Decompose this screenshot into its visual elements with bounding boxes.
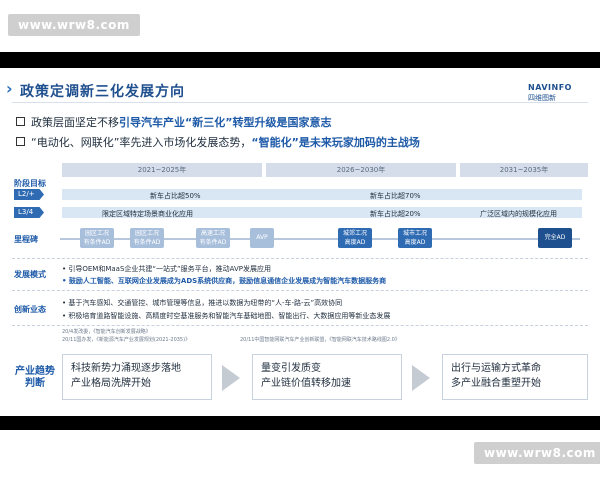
title-bar: › 政策定调新三化发展方向 NAVINFO 四维图新: [0, 76, 600, 103]
watermark-bottom: www.wrw8.com: [474, 442, 600, 464]
stage-label: 阶段目标: [14, 179, 46, 188]
trend-arrow-2: [412, 365, 430, 391]
title-divider: [12, 102, 588, 103]
policy-bullet-2: “电动化、网联化”率先进入市场化发展态势，“智能化”是未来玩家加码的主战场: [16, 134, 420, 150]
watermark-top: www.wrw8.com: [8, 14, 140, 36]
l2-bar: [62, 189, 582, 200]
milestone-6: 城市工况 高度AD: [398, 228, 432, 248]
milestone-7: 完全AD: [538, 228, 572, 248]
divider-3: [12, 325, 588, 326]
square-bullet-icon: [16, 117, 25, 126]
trend-box-1: 科技新势力涌现逐步落地 产业格局洗牌开始: [62, 354, 212, 400]
l2-seg-1: 新车占比超50%: [150, 192, 201, 200]
period-1: 2021~2025年: [62, 163, 262, 177]
milestone-5: 城郊工况 高度AD: [338, 228, 372, 248]
chevron-right-icon: ›: [6, 79, 13, 98]
policy-bullet-1: 政策层面坚定不移引导汽车产业“新三化”转型升级是国家意志: [16, 114, 331, 130]
milestone-3: 高速工况 有条件AD: [196, 228, 230, 248]
level-tag-l3: L3/4: [14, 207, 44, 218]
l3-seg-1: 限定区域特定场景商业化应用: [102, 210, 193, 218]
l3-seg-2: 新车占比超20%: [370, 210, 421, 218]
trend-arrow-1: [222, 365, 240, 391]
source-note-1: 20/4发改委，《智能汽车创新发展战略》: [62, 329, 151, 335]
top-letterbox: [0, 52, 600, 68]
source-note-2: 20/11国办发，《新能源汽车产业发展规划(2021-2035)》: [62, 337, 191, 343]
logo-en: NAVINFO: [528, 83, 572, 92]
divider-2: [12, 290, 588, 291]
period-2: 2026~2030年: [266, 163, 456, 177]
milestone-1: 园区工况 有条件AD: [80, 228, 114, 248]
period-3: 2031~2035年: [460, 163, 588, 177]
trend-label: 产业趋势判断: [15, 366, 55, 389]
dev-mode-label: 发展模式: [14, 270, 46, 279]
dev-mode-line-2: • 鼓励人工智能、互联网企业发展成为ADS系统供应商，鼓励信息通信企业发展成为智…: [62, 277, 387, 285]
l3-seg-3: 广泛区域内的规模化应用: [480, 210, 557, 218]
bottom-letterbox: [0, 416, 600, 430]
level-tag-l2: L2/+: [14, 189, 44, 200]
innovation-line-2: • 积极培育道路智能设施、高精度时空基准服务和智能汽车基础地图、智能出行、大数据…: [62, 312, 391, 320]
milestone-4: AVP: [250, 228, 274, 248]
innovation-label: 创新业态: [14, 305, 46, 314]
milestone-label: 里程碑: [14, 235, 38, 244]
source-note-3: 20/11中国智能网联汽车产业创新联盟，《智能网联汽车技术路线图2.0》: [240, 337, 400, 343]
trend-box-3: 出行与运输方式革命 多产业融合重塑开始: [442, 354, 588, 400]
trend-box-2: 量变引发质变 产业链价值转移加速: [252, 354, 402, 400]
dev-mode-line-1: • 引导OEM和MaaS企业共建“一站式”服务平台，推动AVP发展应用: [62, 265, 271, 273]
milestone-2: 园区工况 有条件AD: [130, 228, 164, 248]
l2-seg-2: 新车占比超70%: [370, 192, 421, 200]
innovation-line-1: • 基于汽车感知、交通管控、城市管理等信息，推进以数据为纽带的“人-车-路-云”…: [62, 299, 343, 307]
slide-title: 政策定调新三化发展方向: [20, 84, 185, 100]
divider-1: [12, 258, 588, 259]
slide: › 政策定调新三化发展方向 NAVINFO 四维图新 政策层面坚定不移引导汽车产…: [0, 68, 600, 416]
square-bullet-icon: [16, 137, 25, 146]
